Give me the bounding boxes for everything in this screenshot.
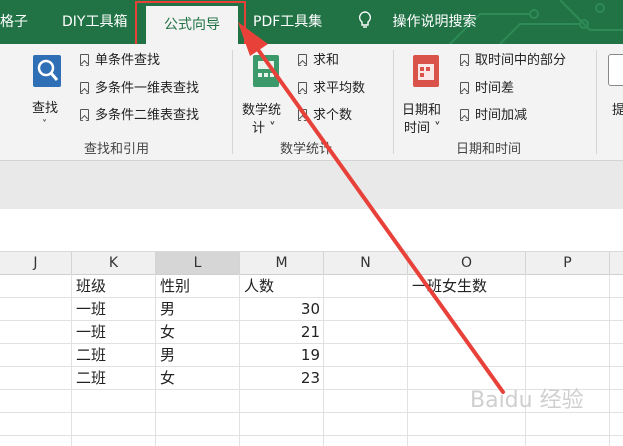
annotation-arrow <box>238 22 505 394</box>
